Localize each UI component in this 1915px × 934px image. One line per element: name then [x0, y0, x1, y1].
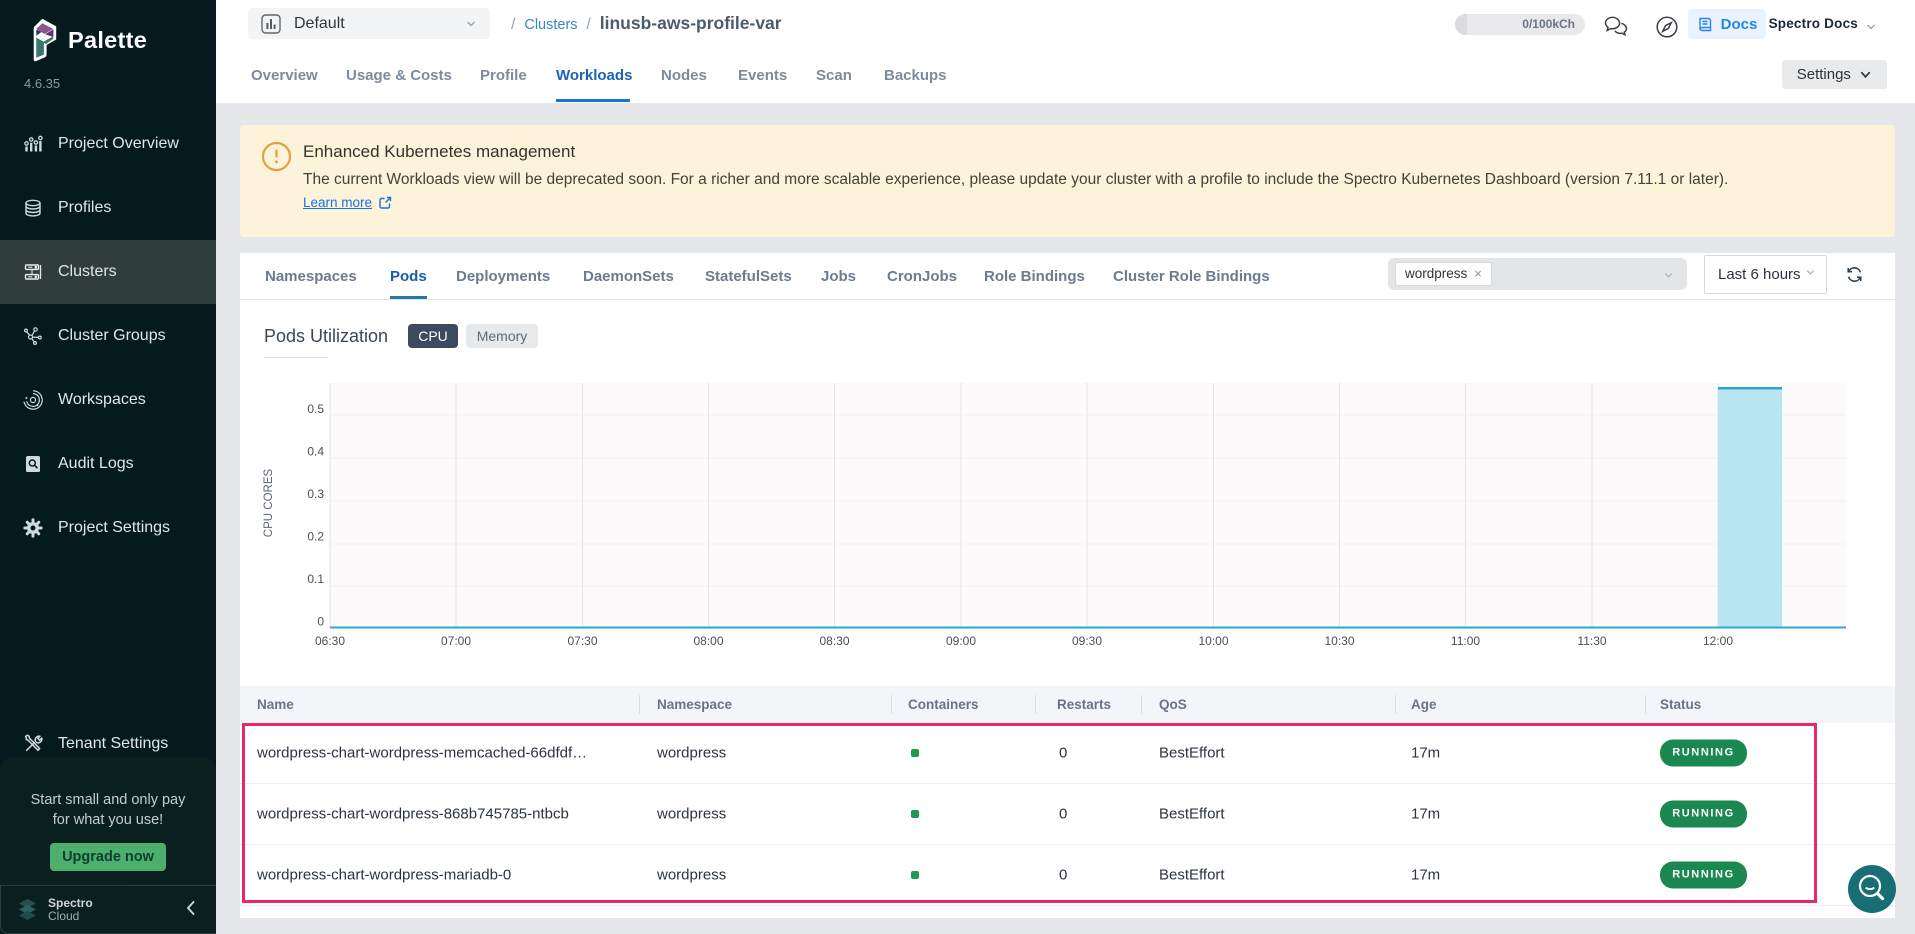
svg-text:0.3: 0.3	[307, 487, 324, 501]
svg-text:0: 0	[317, 615, 324, 629]
svg-text:06:30: 06:30	[315, 634, 345, 648]
svg-text:0.4: 0.4	[307, 445, 324, 459]
svg-text:0.5: 0.5	[307, 402, 324, 416]
svg-text:07:30: 07:30	[567, 634, 597, 648]
svg-text:10:30: 10:30	[1324, 634, 1354, 648]
svg-text:11:30: 11:30	[1577, 634, 1606, 648]
svg-text:08:00: 08:00	[693, 634, 723, 648]
svg-text:11:00: 11:00	[1451, 634, 1480, 648]
svg-text:09:00: 09:00	[946, 634, 976, 648]
svg-text:09:30: 09:30	[1072, 634, 1102, 648]
svg-text:10:00: 10:00	[1198, 634, 1228, 648]
svg-text:12:00: 12:00	[1703, 634, 1733, 648]
svg-text:0.1: 0.1	[307, 572, 324, 586]
svg-text:08:30: 08:30	[819, 634, 849, 648]
svg-text:CPU CORES: CPU CORES	[263, 468, 275, 537]
svg-text:0.2: 0.2	[307, 530, 324, 544]
svg-text:07:00: 07:00	[441, 634, 471, 648]
